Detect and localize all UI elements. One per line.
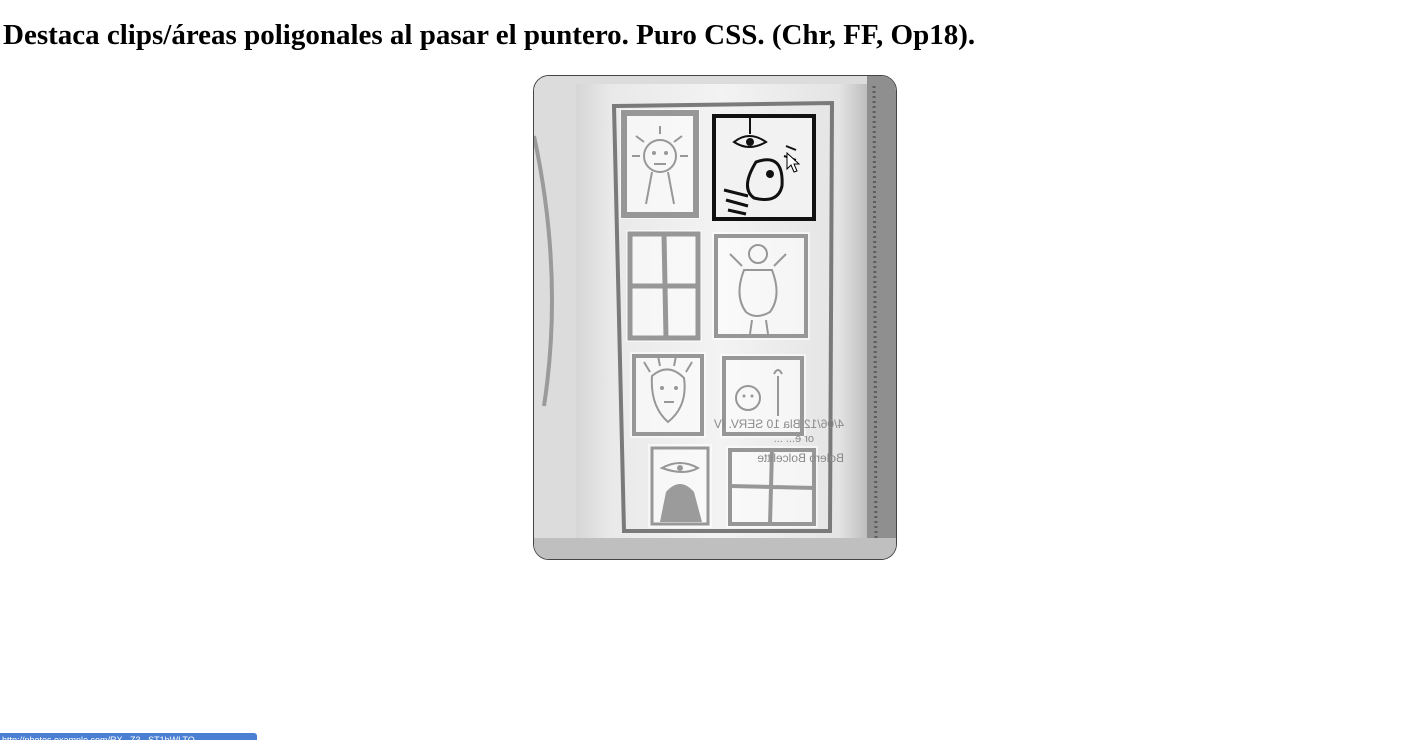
link-status-bar: http://photos.example.com/RX...Z3...ST1b…: [0, 733, 257, 740]
sketch-svg: 4/06/12 Bla 10 SERV. IV or e... ... Bole…: [534, 76, 896, 559]
panel-top-right[interactable]: [712, 114, 816, 221]
sketchbook-image: 4/06/12 Bla 10 SERV. IV or e... ... Bole…: [533, 75, 897, 560]
mirrored-note-line: or e... ...: [774, 433, 814, 445]
table-surface: [534, 538, 896, 559]
panel-middle-right[interactable]: [712, 232, 810, 340]
page-title: Destaca clips/áreas poligonales al pasar…: [3, 19, 976, 51]
mirrored-note-line: Bolero Bolcelitte: [757, 451, 844, 465]
panel-middle-left[interactable]: [626, 230, 702, 342]
mirrored-note-line: 4/06/12 Bla 10 SERV. IV: [714, 417, 844, 431]
panel-lower-left[interactable]: [630, 352, 706, 438]
panel-top-left[interactable]: [620, 109, 700, 219]
panel-bottom-left[interactable]: [648, 444, 712, 528]
book-spine: [867, 76, 896, 559]
